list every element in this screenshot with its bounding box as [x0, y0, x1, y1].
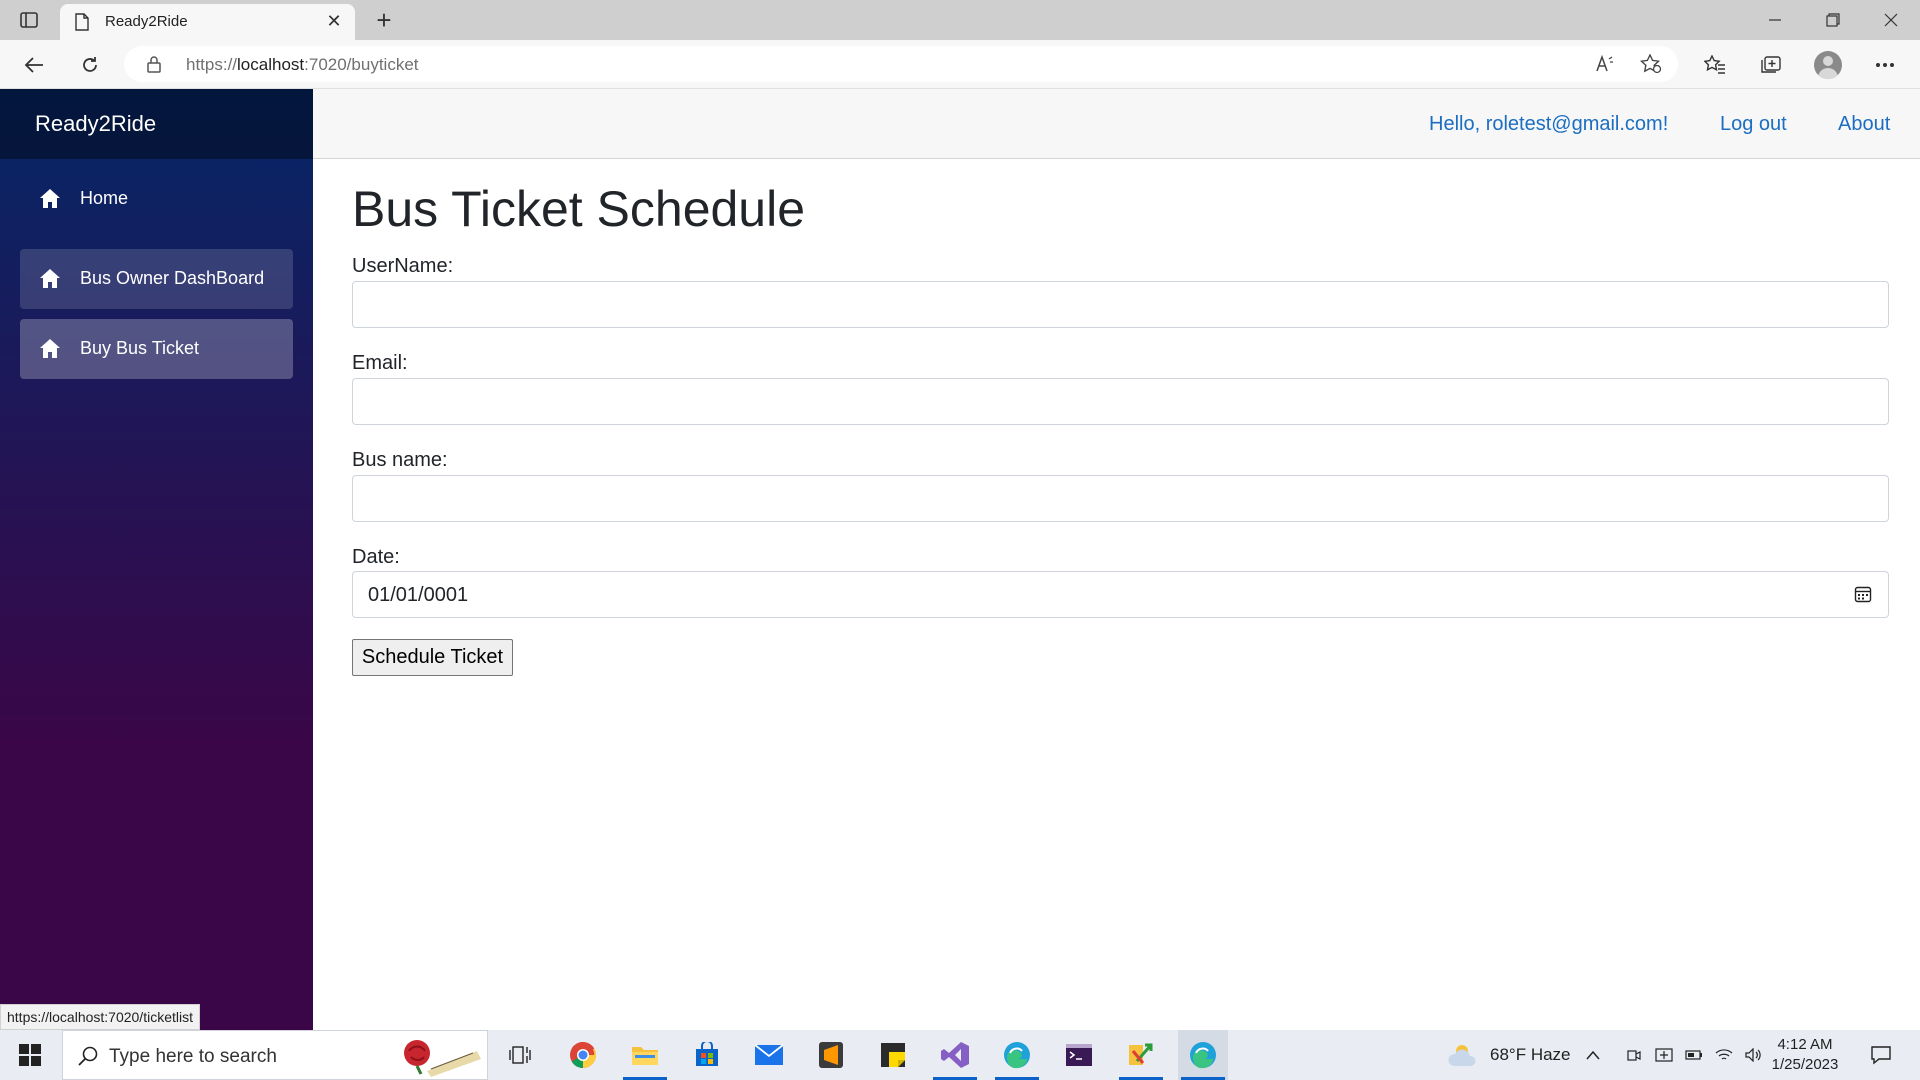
about-link[interactable]: About: [1838, 113, 1890, 136]
terminal-icon[interactable]: [1054, 1030, 1104, 1080]
username-field[interactable]: [352, 281, 1889, 328]
schedule-ticket-button[interactable]: Schedule Ticket: [352, 639, 513, 676]
home-icon: [40, 269, 60, 288]
chrome-icon[interactable]: [558, 1030, 608, 1080]
tab-close-icon[interactable]: ✕: [323, 10, 345, 32]
sidebar-item-label: Bus Owner DashBoard: [80, 268, 265, 288]
weather-icon[interactable]: [1440, 1030, 1490, 1080]
status-bar-url: https://localhost:7020/ticketlist: [0, 1004, 200, 1030]
volume-icon[interactable]: [1740, 1030, 1768, 1080]
sublime-text-icon[interactable]: [806, 1030, 856, 1080]
home-icon: [40, 339, 60, 358]
back-icon[interactable]: [18, 50, 50, 80]
file-explorer-icon[interactable]: [620, 1030, 670, 1080]
new-tab-icon[interactable]: +: [370, 6, 398, 34]
sticky-notes-icon[interactable]: [868, 1030, 918, 1080]
email-field[interactable]: [352, 378, 1889, 425]
more-options-icon[interactable]: [1870, 50, 1900, 80]
favorites-icon[interactable]: [1700, 50, 1730, 80]
url-path: :7020/buyticket: [304, 55, 419, 74]
battery-icon[interactable]: [1680, 1030, 1708, 1080]
show-hidden-icons-icon[interactable]: [1578, 1030, 1608, 1080]
search-highlight-image: [404, 1040, 481, 1077]
search-placeholder: Type here to search: [109, 1046, 277, 1067]
bus-name-field[interactable]: [352, 475, 1889, 522]
browser-toolbar: https://localhost:7020/buyticket: [0, 40, 1920, 89]
restore-icon[interactable]: [1804, 0, 1862, 40]
url-host: localhost: [237, 55, 305, 74]
windows-start-icon[interactable]: [0, 1030, 60, 1080]
top-row: Hello, roletest@gmail.com! Log out About: [313, 89, 1920, 159]
user-greeting-link[interactable]: Hello, roletest@gmail.com!: [1429, 113, 1668, 136]
clock[interactable]: 4:12 AM 1/25/2023: [1770, 1035, 1840, 1075]
date-label: Date:: [352, 546, 400, 568]
close-window-icon[interactable]: [1862, 0, 1920, 40]
sidebar-item-label: Home: [80, 188, 129, 208]
add-favorite-icon[interactable]: [1640, 54, 1662, 74]
date-field[interactable]: 01/01/0001: [352, 571, 1889, 618]
sidebar-item-label: Buy Bus Ticket: [80, 338, 200, 358]
username-label: UserName:: [352, 255, 454, 277]
sidebar-item-home[interactable]: Home: [20, 169, 293, 228]
sidebar: Ready2Ride Home Bus Owner DashBoard Buy …: [0, 89, 313, 1030]
edge-icon[interactable]: [992, 1030, 1042, 1080]
logout-link[interactable]: Log out: [1720, 113, 1787, 136]
url-prefix: https://: [186, 55, 238, 74]
edge-active-icon[interactable]: [1178, 1030, 1228, 1080]
wifi-icon[interactable]: [1710, 1030, 1738, 1080]
notifications-icon[interactable]: [1856, 1030, 1906, 1080]
browser-tab-strip: Ready2Ride ✕ +: [0, 0, 1920, 40]
taskbar: Type here to search 68°F Haze 4:12 AM 1/…: [0, 1030, 1920, 1080]
calendar-icon[interactable]: [1854, 585, 1872, 603]
date-value[interactable]: 01/01/0001: [368, 584, 468, 607]
page-title: Bus Ticket Schedule: [352, 181, 806, 237]
search-icon: [78, 1046, 98, 1066]
email-label: Email:: [352, 352, 408, 374]
page-icon: [75, 13, 89, 31]
bus-name-label: Bus name:: [352, 449, 448, 471]
address-bar[interactable]: https://localhost:7020/buyticket: [124, 46, 1678, 82]
sidebar-item-bus-owner-dashboard[interactable]: Bus Owner DashBoard: [20, 249, 293, 309]
tab-actions-icon[interactable]: [18, 9, 40, 31]
mail-icon[interactable]: [744, 1030, 794, 1080]
tab-title: Ready2Ride: [105, 13, 188, 30]
clock-time: 4:12 AM: [1777, 1036, 1833, 1053]
clock-date: 1/25/2023: [1771, 1056, 1839, 1073]
app-shortcut-icon[interactable]: [1116, 1030, 1166, 1080]
brand-link[interactable]: Ready2Ride: [35, 111, 156, 137]
minimize-icon[interactable]: [1746, 0, 1804, 40]
meet-now-icon[interactable]: [1620, 1030, 1648, 1080]
brand-bar: Ready2Ride: [0, 89, 313, 159]
lock-icon[interactable]: [146, 55, 162, 73]
taskbar-search-box[interactable]: Type here to search: [62, 1030, 488, 1080]
microsoft-store-icon[interactable]: [682, 1030, 732, 1080]
profile-avatar[interactable]: [1814, 51, 1842, 79]
task-view-icon[interactable]: [495, 1030, 545, 1080]
browser-tab[interactable]: Ready2Ride ✕: [60, 4, 355, 40]
security-icon[interactable]: [1650, 1030, 1678, 1080]
weather-text[interactable]: 68°F Haze: [1490, 1045, 1571, 1065]
read-aloud-icon[interactable]: [1594, 54, 1616, 74]
collections-icon[interactable]: [1756, 50, 1786, 80]
visual-studio-icon[interactable]: [930, 1030, 980, 1080]
url-text[interactable]: https://localhost:7020/buyticket: [186, 55, 419, 75]
home-icon: [40, 189, 60, 208]
sidebar-item-buy-bus-ticket[interactable]: Buy Bus Ticket: [20, 319, 293, 379]
refresh-icon[interactable]: [74, 50, 106, 80]
